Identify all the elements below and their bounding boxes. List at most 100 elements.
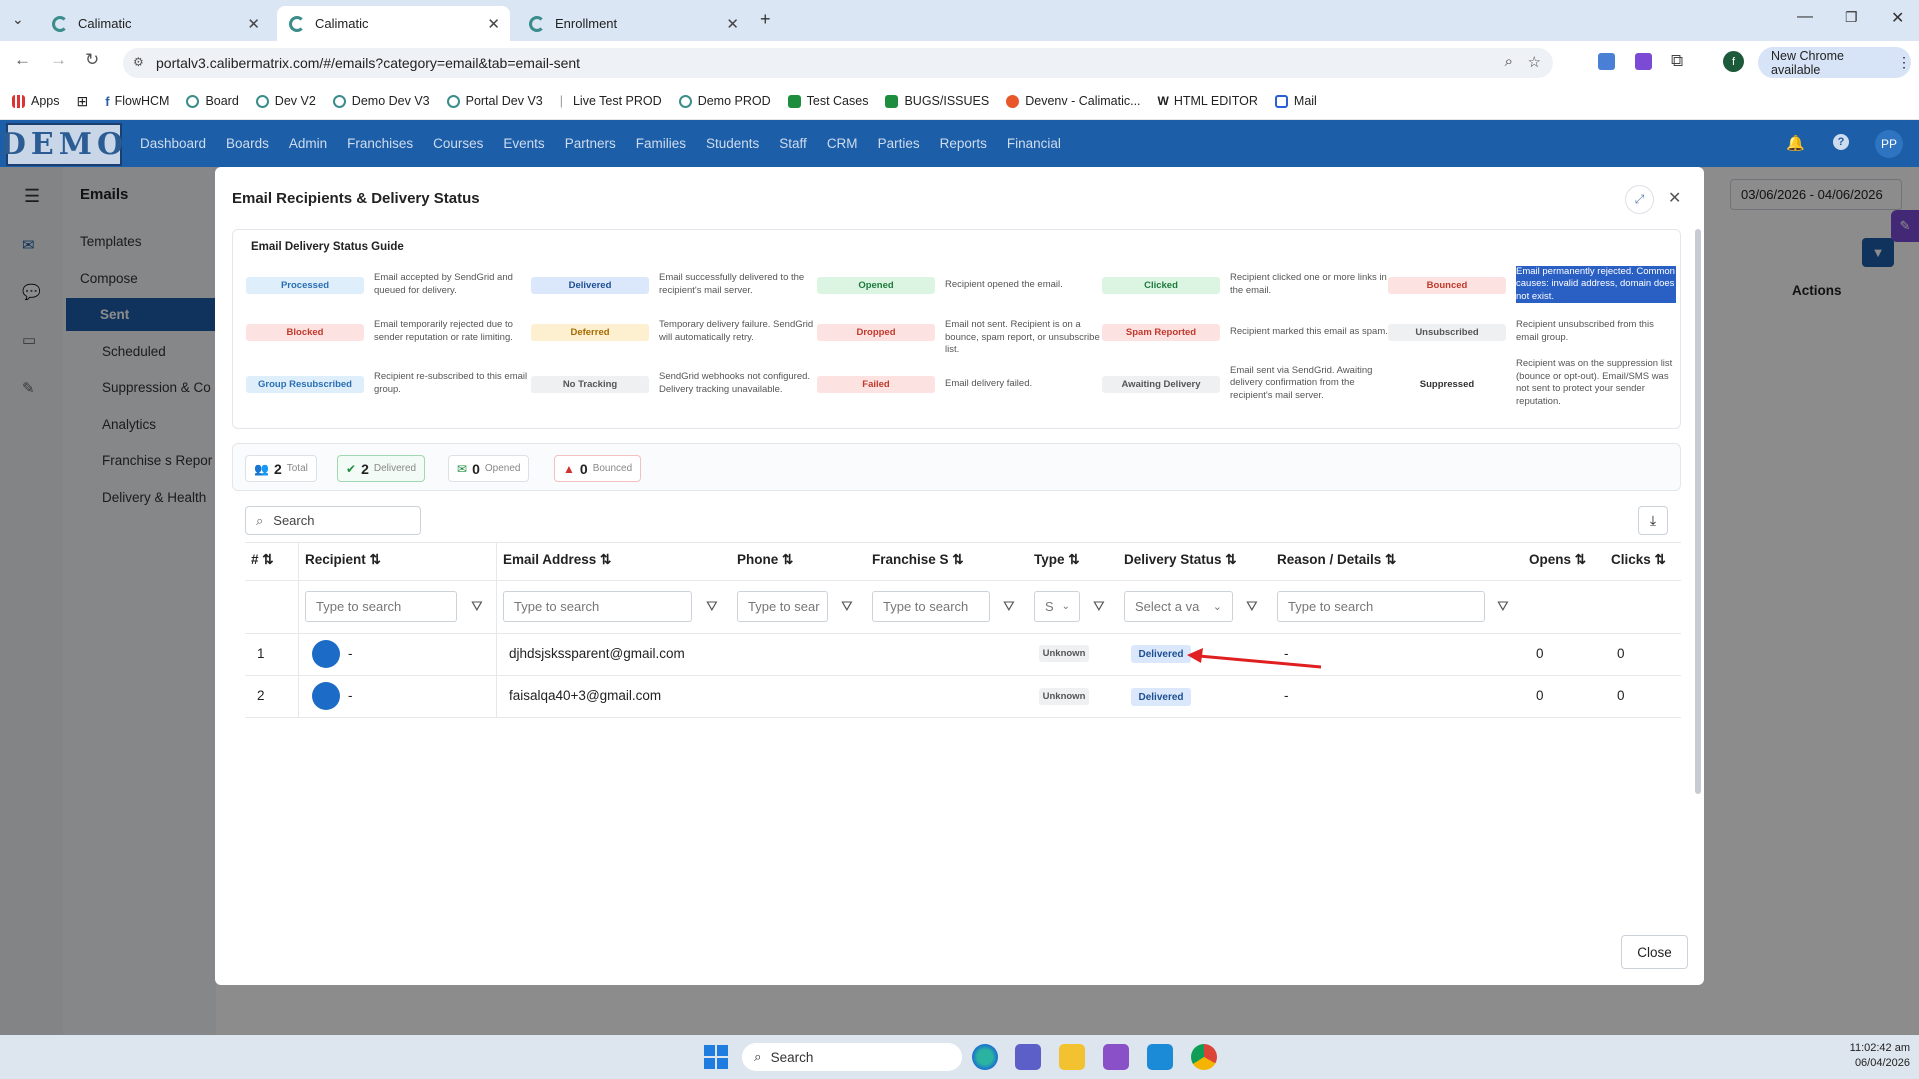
nav-crm[interactable]: CRM	[827, 136, 858, 151]
url-input[interactable]: ⚙ portalv3.calibermatrix.com/#/emails?ca…	[123, 48, 1553, 78]
col-franchise[interactable]: Franchise S ⇅	[872, 552, 964, 568]
maximize-icon[interactable]: ⤢	[1625, 185, 1654, 214]
funnel-icon[interactable]: ⛛	[1497, 598, 1509, 615]
funnel-icon[interactable]: ⛛	[1246, 598, 1258, 615]
col-num[interactable]: # ⇅	[251, 552, 274, 568]
bookmark-devenv[interactable]: Devenv - Calimatic...	[1006, 94, 1141, 108]
col-phone[interactable]: Phone ⇅	[737, 552, 793, 568]
browser-tab-3[interactable]: Enrollment ✕	[517, 6, 749, 41]
search-input[interactable]: ⌕ Search	[245, 506, 421, 535]
col-opens[interactable]: Opens ⇅	[1529, 552, 1586, 568]
nav-parties[interactable]: Parties	[878, 136, 920, 151]
nav-courses[interactable]: Courses	[433, 136, 483, 151]
bookmark-html-editor[interactable]: W HTML EDITOR	[1158, 94, 1258, 108]
notification-bell-icon[interactable]: 🔔	[1786, 134, 1805, 152]
bookmark-apps[interactable]: Apps	[12, 94, 60, 108]
bookmark-bugs-issues[interactable]: BUGS/ISSUES	[885, 94, 989, 108]
nav-dashboard[interactable]: Dashboard	[140, 136, 206, 151]
windows-start-icon[interactable]	[704, 1045, 728, 1069]
bookmark-live-test-prod[interactable]: | Live Test PROD	[560, 94, 662, 108]
nav-franchises[interactable]: Franchises	[347, 136, 413, 151]
nav-reports[interactable]: Reports	[940, 136, 987, 151]
user-avatar[interactable]: PP	[1875, 130, 1903, 158]
download-icon[interactable]: ⤓	[1638, 506, 1668, 535]
filter-placeholder: Type to search	[514, 599, 600, 614]
bookmark-portal-dev-v3[interactable]: Portal Dev V3	[446, 94, 543, 108]
reason-filter-input[interactable]: Type to search	[1277, 591, 1485, 622]
status-filter-select[interactable]: Select a va ⌄	[1124, 591, 1233, 622]
nav-events[interactable]: Events	[503, 136, 544, 151]
file-explorer-icon[interactable]	[1059, 1044, 1085, 1070]
bookmark-test-cases[interactable]: Test Cases	[787, 94, 868, 108]
extensions-puzzle-icon[interactable]: ⧉	[1671, 51, 1683, 71]
bookmark-demo-dev-v3[interactable]: Demo Dev V3	[332, 94, 430, 108]
modal-close-icon[interactable]: ✕	[1668, 188, 1681, 208]
teams-icon[interactable]	[1015, 1044, 1041, 1070]
system-clock[interactable]: 11:02:42 am 06/04/2026	[1830, 1041, 1910, 1071]
browser-tab-2[interactable]: Calimatic ✕	[277, 6, 510, 41]
type-filter-select[interactable]: S ⌄	[1034, 591, 1080, 622]
restore-icon[interactable]: ❐	[1845, 9, 1858, 26]
funnel-icon[interactable]: ⛛	[471, 598, 483, 615]
extension-icon[interactable]	[1635, 53, 1652, 70]
col-type[interactable]: Type ⇅	[1034, 552, 1080, 568]
zoom-icon[interactable]: ⌕	[1505, 53, 1513, 70]
bookmark-flowhcm[interactable]: f FlowHCM	[105, 94, 169, 109]
app-logo[interactable]: DEMO	[0, 123, 123, 166]
funnel-icon[interactable]: ⛛	[841, 598, 853, 615]
funnel-icon[interactable]: ⛛	[706, 598, 718, 615]
table-row[interactable]: 2 - faisalqa40+3@gmail.com Unknown Deliv…	[245, 676, 1681, 718]
close-window-icon[interactable]: ✕	[1891, 8, 1904, 28]
col-reason[interactable]: Reason / Details ⇅	[1277, 552, 1396, 568]
tab-search-icon[interactable]: ⌄	[12, 11, 24, 28]
chrome-icon[interactable]	[1191, 1044, 1217, 1070]
bookmark-mail[interactable]: Mail	[1274, 94, 1317, 108]
franchise-filter-input[interactable]: Type to search	[872, 591, 990, 622]
col-recipient[interactable]: Recipient ⇅	[305, 552, 381, 568]
nav-students[interactable]: Students	[706, 136, 759, 151]
nav-families[interactable]: Families	[636, 136, 686, 151]
bookmark-grid[interactable]: ⊞	[77, 93, 89, 110]
email-filter-input[interactable]: Type to search	[503, 591, 692, 622]
nav-partners[interactable]: Partners	[565, 136, 616, 151]
chevron-down-icon: ⌄	[1212, 601, 1222, 613]
funnel-icon[interactable]: ⛛	[1093, 598, 1105, 615]
bookmark-board[interactable]: Board	[186, 94, 239, 108]
close-button[interactable]: Close	[1621, 935, 1688, 969]
recipient-filter-input[interactable]: Type to search	[305, 591, 457, 622]
col-clicks[interactable]: Clicks ⇅	[1611, 552, 1666, 568]
modal-scrollbar[interactable]	[1695, 229, 1701, 794]
close-tab-icon[interactable]: ✕	[487, 15, 500, 33]
table-row[interactable]: 1 - djhdsjskssparent@gmail.com Unknown D…	[245, 634, 1681, 676]
bookmark-star-icon[interactable]: ☆	[1528, 53, 1541, 71]
nav-admin[interactable]: Admin	[289, 136, 327, 151]
update-chrome-button[interactable]: New Chrome available ⋮	[1758, 47, 1911, 78]
close-tab-icon[interactable]: ✕	[247, 15, 260, 33]
more-menu-icon[interactable]: ⋮	[1897, 54, 1911, 71]
close-tab-icon[interactable]: ✕	[726, 15, 739, 33]
new-tab-icon[interactable]: +	[760, 9, 771, 30]
col-delivery-status[interactable]: Delivery Status ⇅	[1124, 552, 1237, 568]
funnel-icon[interactable]: ⛛	[1003, 598, 1015, 615]
bookmark-demo-prod[interactable]: Demo PROD	[678, 94, 771, 108]
col-email[interactable]: Email Address ⇅	[503, 552, 611, 568]
help-icon[interactable]: ?	[1833, 134, 1849, 150]
bookmark-dev-v2[interactable]: Dev V2	[255, 94, 316, 108]
phone-filter-input[interactable]: Type to sear	[737, 591, 828, 622]
nav-staff[interactable]: Staff	[779, 136, 807, 151]
browser-tab-1[interactable]: Calimatic ✕	[40, 6, 270, 41]
back-icon[interactable]: ←	[14, 50, 31, 70]
minimize-icon[interactable]: —	[1797, 8, 1813, 26]
extension-icon[interactable]	[1598, 53, 1615, 70]
site-info-icon[interactable]: ⚙	[133, 55, 144, 69]
nav-financial[interactable]: Financial	[1007, 136, 1061, 151]
profile-avatar[interactable]: f	[1723, 51, 1744, 72]
taskbar-search[interactable]: ⌕ Search	[742, 1043, 962, 1071]
edge-icon[interactable]	[972, 1044, 998, 1070]
reload-icon[interactable]: ↻	[85, 50, 99, 70]
status-badge: Bounced	[1388, 277, 1506, 294]
forward-icon[interactable]: →	[50, 50, 67, 70]
visual-studio-icon[interactable]	[1103, 1044, 1129, 1070]
vscode-icon[interactable]	[1147, 1044, 1173, 1070]
nav-boards[interactable]: Boards	[226, 136, 269, 151]
